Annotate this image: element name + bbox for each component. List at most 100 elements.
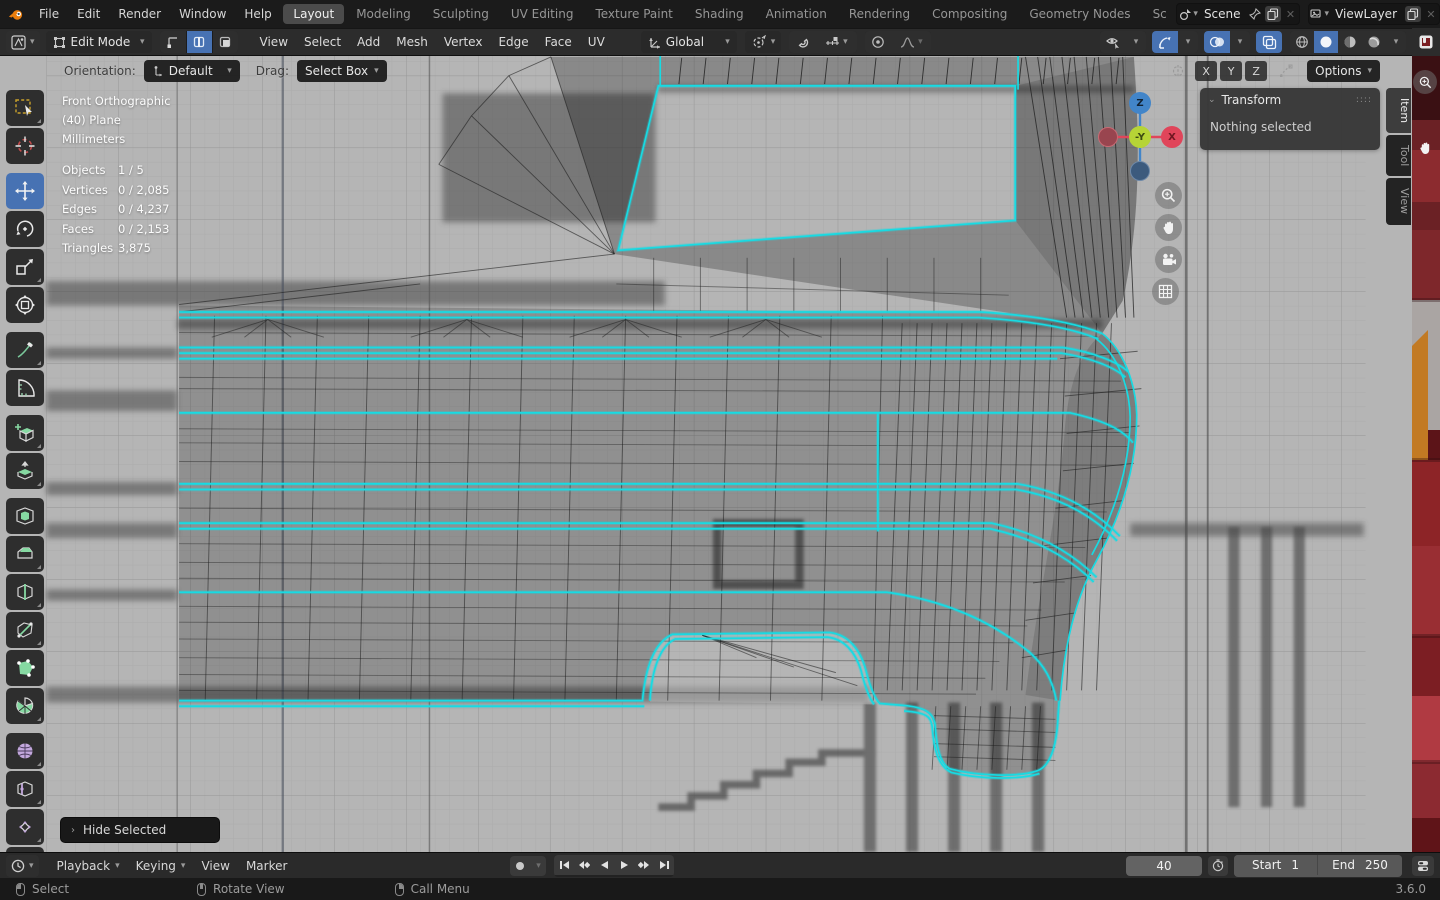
workspace-tab-shading[interactable]: Shading: [685, 4, 754, 24]
tool-loop-cut[interactable]: [6, 574, 44, 610]
tab-tool[interactable]: Tool: [1386, 135, 1411, 177]
tool-move[interactable]: [6, 173, 44, 209]
tool-poly-build[interactable]: [6, 650, 44, 686]
show-gizmo-eye-icon[interactable]: [1100, 31, 1126, 53]
shading-wireframe-button[interactable]: [1290, 31, 1314, 53]
hide-selected-panel[interactable]: › Hide Selected: [60, 817, 220, 843]
jump-to-end-button[interactable]: [654, 854, 675, 875]
camera-view-icon[interactable]: [1155, 246, 1182, 273]
gizmo-x-neg-axis[interactable]: [1098, 127, 1118, 147]
proportional-falloff-dropdown[interactable]: ▾: [891, 31, 932, 53]
panel-grip-icon[interactable]: ::::: [1356, 95, 1372, 105]
panel-collapse-chevron[interactable]: ⌄: [1208, 95, 1216, 105]
end-frame-field[interactable]: End 250: [1318, 854, 1402, 875]
remove-viewlayer-icon[interactable]: ✕: [1423, 6, 1439, 22]
menu-add[interactable]: Add: [349, 35, 388, 49]
tab-item[interactable]: Item: [1386, 88, 1411, 134]
tab-view[interactable]: View: [1386, 178, 1411, 225]
new-viewlayer-icon[interactable]: [1405, 6, 1421, 22]
timeline-corner-icon[interactable]: [1412, 855, 1434, 876]
menu-select[interactable]: Select: [296, 35, 349, 49]
record-options-chevron[interactable]: ▾: [530, 855, 547, 876]
viewlayer-icon[interactable]: [1309, 6, 1325, 22]
tool-extrude-region[interactable]: [6, 453, 44, 489]
mirror-x-toggle[interactable]: X: [1195, 61, 1218, 81]
menu-help[interactable]: Help: [235, 0, 280, 28]
workspace-tab-modeling[interactable]: Modeling: [346, 4, 421, 24]
mirror-y-toggle[interactable]: Y: [1220, 61, 1243, 81]
menu-vertex[interactable]: Vertex: [436, 35, 491, 49]
viewlayer-name[interactable]: ViewLayer: [1329, 7, 1403, 21]
tool-cursor[interactable]: [6, 128, 44, 164]
tool-measure[interactable]: [6, 370, 44, 406]
xray-toggle[interactable]: [1256, 31, 1282, 53]
workspace-tab-uv-editing[interactable]: UV Editing: [501, 4, 584, 24]
menu-mesh[interactable]: Mesh: [388, 35, 436, 49]
transform-panel-header[interactable]: ⌄ Transform ::::: [1200, 88, 1380, 112]
gizmo-z-axis[interactable]: Z: [1129, 92, 1151, 114]
shading-material-button[interactable]: [1338, 31, 1362, 53]
overlays-chevron[interactable]: ▾: [1230, 31, 1250, 53]
menu-render[interactable]: Render: [109, 0, 170, 28]
ortho-grid-icon[interactable]: [1152, 278, 1179, 305]
image-editor-header[interactable]: [1412, 28, 1440, 56]
next-keyframe-button[interactable]: [634, 854, 655, 875]
face-select-mode-button[interactable]: [211, 31, 238, 53]
play-button[interactable]: [614, 854, 635, 875]
editor-type-button[interactable]: ▾: [6, 31, 40, 53]
transform-orientation-dropdown[interactable]: Global ▾: [640, 31, 737, 53]
preview-range-clock-button[interactable]: [1208, 855, 1228, 876]
workspace-tab-geometry-nodes[interactable]: Geometry Nodes: [1019, 4, 1140, 24]
mirror-z-toggle[interactable]: Z: [1245, 61, 1268, 81]
show-overlays-toggle[interactable]: [1204, 31, 1230, 53]
unlink-scene-icon[interactable]: ✕: [1283, 6, 1299, 22]
gizmos-chevron[interactable]: ▾: [1178, 31, 1198, 53]
vertex-select-mode-button[interactable]: [159, 31, 186, 53]
tool-edge-slide[interactable]: [6, 771, 44, 807]
menu-file[interactable]: File: [30, 0, 68, 28]
shading-solid-button[interactable]: [1314, 31, 1338, 53]
viewport-canvas[interactable]: [0, 56, 1412, 852]
gizmo-visibility-chevron[interactable]: ▾: [1126, 31, 1146, 53]
tool-orientation-dropdown[interactable]: Default ▾: [143, 60, 240, 82]
pivot-point-dropdown[interactable]: ▾: [744, 31, 782, 53]
workspace-tab-compositing[interactable]: Compositing: [922, 4, 1017, 24]
mirror-icon[interactable]: [1168, 61, 1190, 81]
zoom-icon[interactable]: [1155, 182, 1182, 209]
mode-dropdown[interactable]: Edit Mode ▾: [45, 31, 152, 53]
tool-annotate[interactable]: [6, 332, 44, 368]
workspace-tab-layout[interactable]: Layout: [283, 4, 345, 24]
tool-rotate[interactable]: [6, 211, 44, 247]
tool-bevel[interactable]: [6, 536, 44, 572]
tool-transform[interactable]: [6, 287, 44, 323]
options-dropdown[interactable]: Options ▾: [1307, 60, 1380, 82]
pan-hand-icon[interactable]: [1155, 214, 1182, 241]
workspace-tab-scripting[interactable]: Scripting: [1143, 4, 1168, 24]
snap-base-icon[interactable]: [1275, 61, 1297, 81]
timeline-editor-type-button[interactable]: ▾: [6, 854, 39, 877]
gizmo-z-neg-axis[interactable]: [1130, 161, 1150, 181]
navigation-gizmo[interactable]: Z X -Y: [1096, 92, 1196, 184]
timeline-view-menu[interactable]: View: [193, 859, 237, 873]
prev-keyframe-button[interactable]: [574, 854, 595, 875]
tool-knife[interactable]: [6, 612, 44, 648]
sliver-zoom-icon[interactable]: [1413, 70, 1437, 94]
drag-dropdown[interactable]: Select Box ▾: [296, 60, 387, 82]
current-frame-field[interactable]: 40: [1126, 855, 1202, 876]
tool-scale[interactable]: [6, 249, 44, 285]
workspace-tab-animation[interactable]: Animation: [756, 4, 837, 24]
menu-view[interactable]: View: [252, 35, 296, 49]
menu-edit[interactable]: Edit: [68, 0, 109, 28]
menu-window[interactable]: Window: [170, 0, 235, 28]
auto-keyframe-record-button[interactable]: [510, 855, 531, 876]
pin-icon[interactable]: [1247, 6, 1263, 22]
tool-shrink-fatten[interactable]: [6, 809, 44, 845]
shading-rendered-button[interactable]: [1362, 31, 1386, 53]
tool-spin[interactable]: [6, 688, 44, 724]
tool-select-box[interactable]: [6, 90, 44, 126]
workspace-tab-rendering[interactable]: Rendering: [839, 4, 920, 24]
proportional-edit-toggle[interactable]: [865, 31, 892, 53]
shading-chevron[interactable]: ▾: [1386, 31, 1406, 53]
menu-uv[interactable]: UV: [580, 35, 613, 49]
workspace-tab-texture-paint[interactable]: Texture Paint: [585, 4, 682, 24]
